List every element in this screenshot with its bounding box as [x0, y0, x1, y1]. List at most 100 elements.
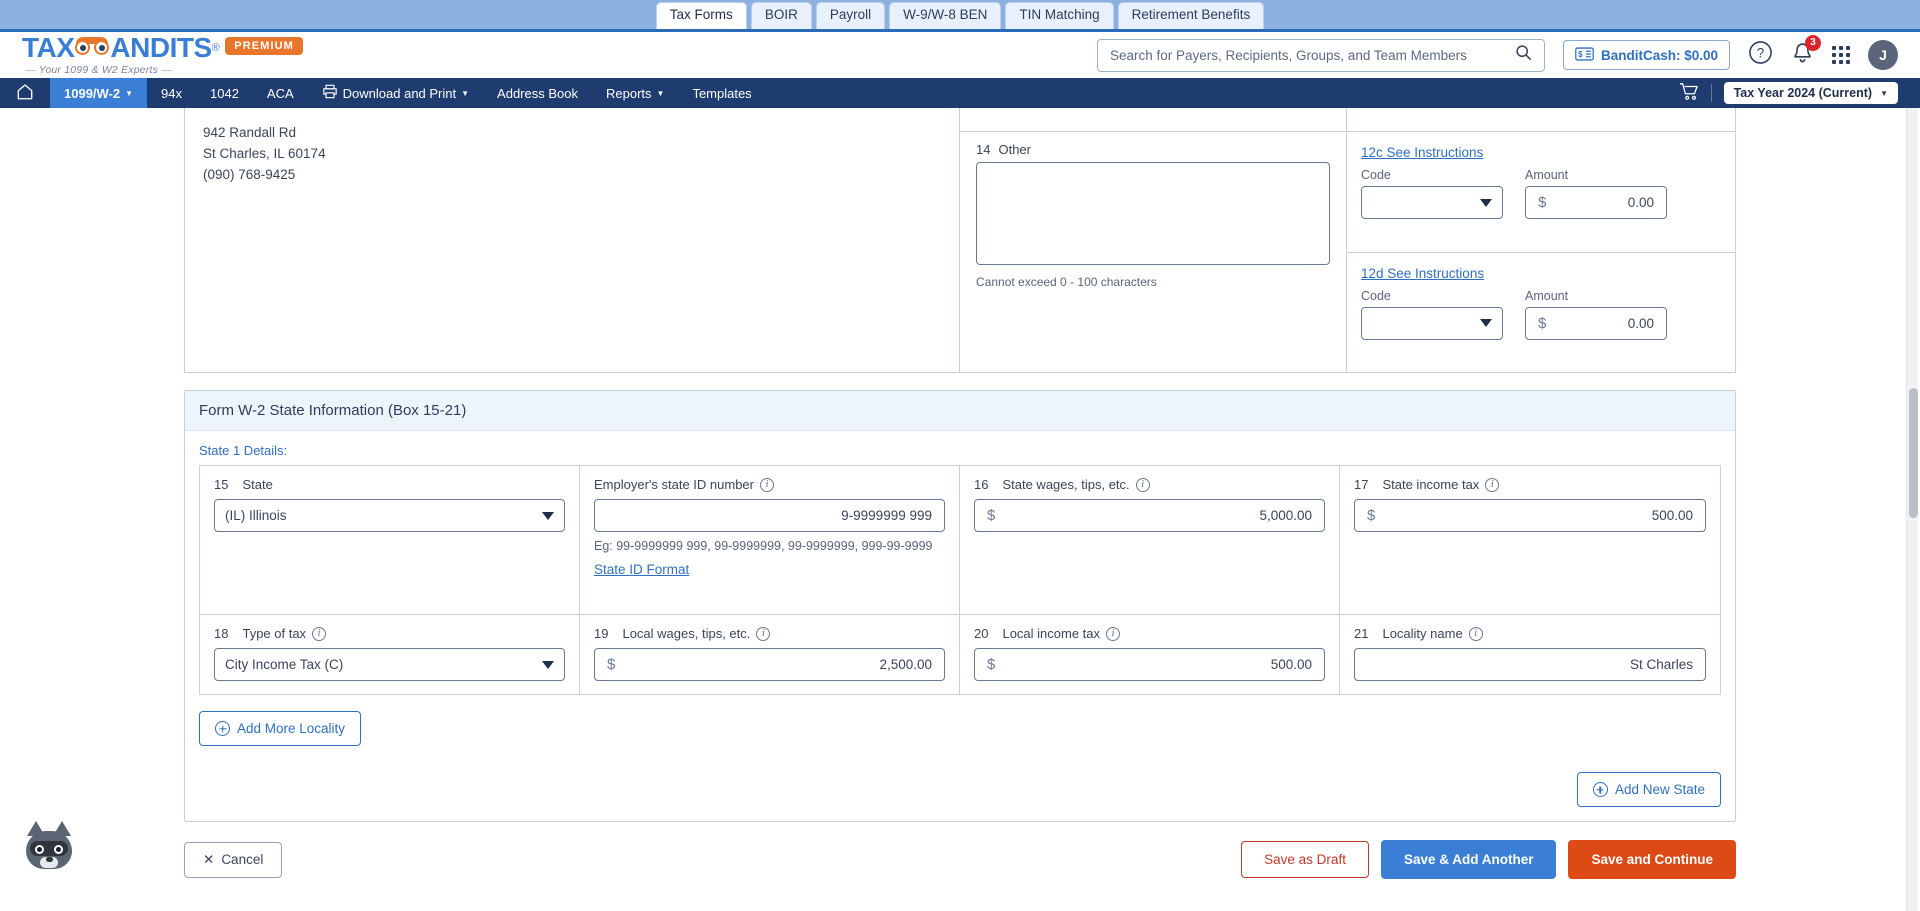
cancel-button[interactable]: ✕ Cancel: [184, 841, 283, 878]
close-x-icon: ✕: [203, 851, 215, 867]
nav-aca[interactable]: ACA: [253, 78, 308, 108]
box-17-title: State income tax: [1382, 477, 1480, 492]
box-12c-amount-group: Amount $ 0.00: [1525, 168, 1667, 219]
box-16-number: 16: [974, 477, 989, 492]
nav-label: Templates: [692, 85, 752, 101]
box-16-input[interactable]: $ 5,000.00: [974, 499, 1325, 532]
box-12d-code-label: Code: [1361, 288, 1391, 303]
employer-state-id-example: Eg: 99-9999999 999, 99-9999999, 99-99999…: [594, 539, 933, 553]
nav-reports[interactable]: Reports ▼: [592, 78, 678, 108]
box-12d-cell: 12d See Instructions Code Amount $ 0.00: [1347, 251, 1735, 373]
box-14-label: 14 Other: [976, 142, 1330, 157]
tab-boir[interactable]: BOIR: [750, 2, 812, 29]
nav-download-and-print[interactable]: Download and Print ▼: [308, 78, 483, 108]
state-id-format-link[interactable]: State ID Format: [594, 562, 689, 577]
nav-1099-w2[interactable]: 1099/W-2 ▼: [50, 78, 148, 108]
tab-retirement-benefits[interactable]: Retirement Benefits: [1117, 2, 1265, 29]
nav-1042[interactable]: 1042: [196, 78, 253, 108]
info-icon[interactable]: i: [756, 626, 771, 641]
address-line-2: St Charles, IL 60174: [203, 146, 326, 161]
info-icon[interactable]: i: [1106, 626, 1121, 641]
search-input[interactable]: [1109, 47, 1515, 63]
nav-label: ACA: [266, 85, 294, 101]
tab-tax-forms[interactable]: Tax Forms: [655, 2, 747, 29]
box-12c-amount-input[interactable]: $ 0.00: [1525, 186, 1667, 219]
box-12c-instructions-link[interactable]: 12c See Instructions: [1361, 145, 1483, 160]
box-12d-code-select[interactable]: [1361, 306, 1503, 340]
box-21-title: Locality name: [1382, 626, 1463, 641]
box-21-cell: 21 Locality name i: [1340, 615, 1720, 694]
box-15-label: 15 State: [214, 477, 565, 492]
box-17-cell: 17 State income tax i $ 500.00: [1340, 466, 1720, 614]
info-icon[interactable]: i: [312, 626, 327, 641]
home-icon[interactable]: [16, 83, 34, 103]
box-14-number: 14: [976, 142, 991, 157]
info-icon[interactable]: i: [1485, 477, 1500, 492]
tab-payroll[interactable]: Payroll: [815, 2, 886, 29]
chevron-down-icon: [1480, 198, 1492, 207]
nav-address-book[interactable]: Address Book: [483, 78, 592, 108]
nav-templates[interactable]: Templates: [678, 78, 765, 108]
save-and-add-another-button[interactable]: Save & Add Another: [1380, 840, 1557, 879]
owl-eyes-icon: [75, 37, 110, 58]
search-icon[interactable]: [1515, 44, 1532, 66]
employer-state-id-field[interactable]: [607, 508, 932, 523]
shopping-cart-icon[interactable]: [1679, 82, 1699, 104]
product-tab-strip: Tax Forms BOIR Payroll W-9/W-8 BEN TIN M…: [0, 0, 1920, 32]
box-20-cell: 20 Local income tax i $ 500.00: [960, 615, 1340, 694]
cancel-label: Cancel: [221, 852, 264, 867]
apps-menu-button[interactable]: [1832, 46, 1850, 64]
info-icon[interactable]: i: [1135, 477, 1150, 492]
app-header: TAX ANDITS ® Your 1099 & W2 Experts PREM…: [0, 32, 1920, 78]
nav-label: 1042: [210, 85, 239, 101]
bandit-cash-icon: $: [1575, 46, 1594, 64]
info-icon[interactable]: i: [1468, 626, 1483, 641]
add-more-locality-button[interactable]: Add More Locality: [199, 711, 362, 746]
box-18-type-of-tax-select[interactable]: City Income Tax (C): [214, 648, 565, 681]
help-button[interactable]: ?: [1748, 40, 1773, 70]
currency-symbol: $: [1538, 194, 1547, 211]
box-20-value: 500.00: [1270, 657, 1312, 672]
box-12cd-column: 12c See Instructions Code Amount $ 0.00 …: [1347, 108, 1735, 372]
avatar[interactable]: J: [1868, 40, 1898, 70]
save-as-draft-button[interactable]: Save as Draft: [1241, 841, 1369, 878]
w2-upper-panel: 942 Randall Rd St Charles, IL 60174 (090…: [184, 108, 1736, 373]
plan-badge: PREMIUM: [225, 37, 303, 55]
raccoon-mascot-icon[interactable]: [22, 821, 76, 875]
logo-text-left: TAX: [22, 32, 75, 63]
box-19-input[interactable]: $ 2,500.00: [594, 648, 945, 681]
page-scrollbar-thumb[interactable]: [1909, 388, 1918, 518]
box-12d-amount-input[interactable]: $ 0.00: [1525, 306, 1667, 340]
box-14-other-input[interactable]: [976, 162, 1330, 265]
box-12d-instructions-link[interactable]: 12d See Instructions: [1361, 266, 1484, 281]
question-mark-circle-icon[interactable]: ?: [1748, 40, 1773, 70]
add-new-state-button[interactable]: Add New State: [1576, 772, 1721, 807]
tax-year-label: Tax Year 2024 (Current): [1733, 86, 1873, 100]
tab-tin-matching[interactable]: TIN Matching: [1005, 2, 1114, 29]
state-row-1: 15 State (IL) Illinois Employer's state I…: [200, 466, 1720, 614]
global-search[interactable]: [1096, 38, 1545, 72]
nav-94x[interactable]: 94x: [147, 78, 196, 108]
tax-year-selector[interactable]: Tax Year 2024 (Current) ▼: [1723, 82, 1898, 104]
box-16-label: 16 State wages, tips, etc. i: [974, 477, 1325, 492]
employer-state-id-input[interactable]: [594, 499, 945, 532]
brand-logo[interactable]: TAX ANDITS ® Your 1099 & W2 Experts PREM…: [22, 34, 303, 76]
box-21-locality-field[interactable]: [1367, 657, 1693, 672]
nav-home[interactable]: [0, 78, 50, 108]
box-19-label: 19 Local wages, tips, etc. i: [594, 626, 945, 641]
form-content-area: 942 Randall Rd St Charles, IL 60174 (090…: [0, 108, 1920, 911]
save-and-continue-button[interactable]: Save and Continue: [1568, 840, 1736, 879]
box-12c-code-select[interactable]: [1361, 186, 1503, 219]
tab-w9-w8ben[interactable]: W-9/W-8 BEN: [889, 2, 1002, 29]
box-17-input[interactable]: $ 500.00: [1354, 499, 1706, 532]
info-icon[interactable]: i: [760, 477, 774, 492]
box-20-input[interactable]: $ 500.00: [974, 648, 1325, 681]
grid-apps-icon[interactable]: [1832, 46, 1850, 64]
box-19-number: 19: [594, 626, 609, 641]
box-18-label: 18 Type of tax i: [214, 626, 565, 641]
plus-circle-icon: [1592, 782, 1608, 797]
box-15-state-select[interactable]: (IL) Illinois: [214, 499, 565, 532]
notifications-button[interactable]: 3: [1791, 34, 1821, 70]
bandit-cash-button[interactable]: $ BanditCash: $0.00: [1562, 40, 1730, 70]
box-21-input[interactable]: [1354, 648, 1706, 681]
